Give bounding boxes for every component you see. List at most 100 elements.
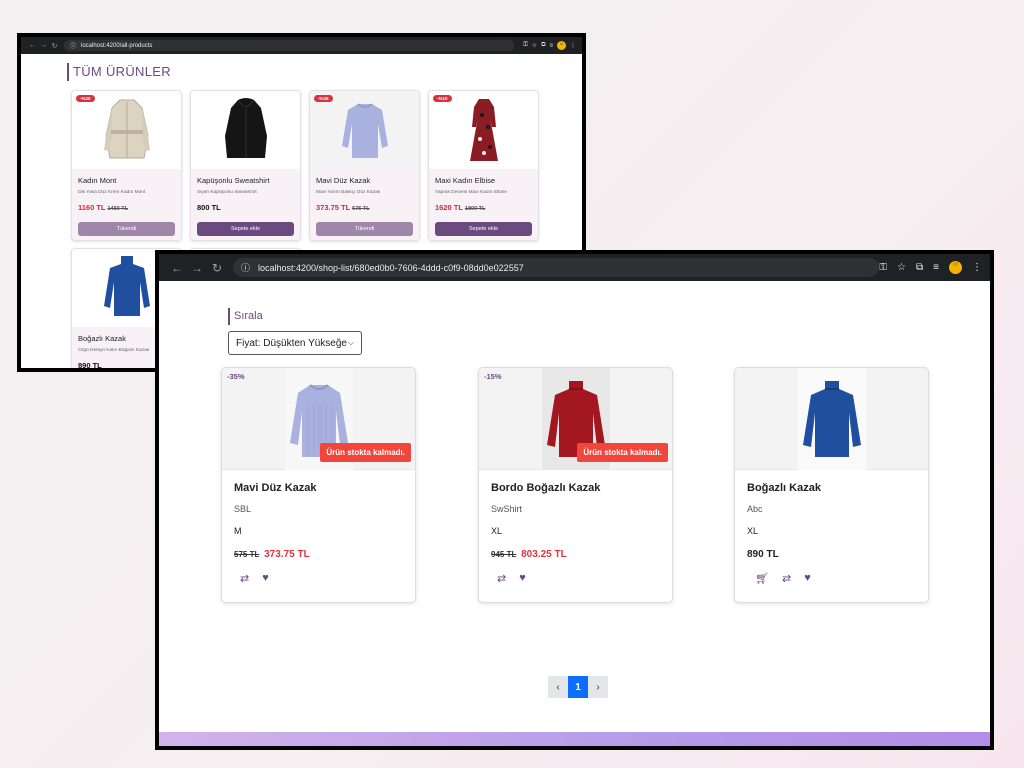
card-actions: ⇄ ♥ <box>234 572 403 585</box>
product-price: 945 TL 803.25 TL <box>491 549 660 560</box>
product-size: M <box>234 526 242 536</box>
back-arrow-icon[interactable]: ← <box>167 261 187 275</box>
card-actions: ⇄ ♥ <box>491 572 660 585</box>
page-title: TÜM ÜRÜNLER <box>67 63 171 81</box>
product-name: Boğazlı Kazak <box>747 482 821 494</box>
menu-dots-icon[interactable]: ⋮ <box>570 42 576 49</box>
extensions-icon[interactable]: ⧉ <box>541 42 545 49</box>
sale-price: 1160 TL <box>78 203 106 212</box>
menu-dots-icon[interactable]: ⋮ <box>972 262 982 273</box>
profile-avatar-icon[interactable]: ☺ <box>557 41 566 50</box>
product-description: Yaprak Desenli Maxi Kadın Elbise <box>435 190 507 195</box>
compare-icon[interactable]: ⇄ <box>782 572 791 585</box>
discount-label: -15% <box>484 372 502 381</box>
media-icon[interactable]: ≡ <box>549 43 553 49</box>
product-card[interactable]: -15% Ürün stokta kalmadı. Bordo Boğazlı … <box>478 367 673 603</box>
sold-out-button[interactable]: Tükendi <box>78 222 175 236</box>
product-body: Boğazlı Kazak Abc XL 890 TL 🛒︎ ⇄ ♥ <box>735 470 928 595</box>
browser-toolbar: ← → ↻ ⓘ localhost:4200/shop-list/680ed0b… <box>159 254 990 281</box>
extensions-icon[interactable]: ⧉ <box>916 262 923 273</box>
heart-icon[interactable]: ♥ <box>262 572 269 585</box>
product-name: Mavi Düz Kazak <box>234 482 317 494</box>
sale-price: 803.25 TL <box>521 549 567 560</box>
pagination-prev-button[interactable]: ‹ <box>548 676 568 698</box>
forward-arrow-icon[interactable]: → <box>187 261 207 275</box>
add-to-cart-button[interactable]: Sepete ekle <box>197 222 294 236</box>
chevron-down-icon: ⌵ <box>347 338 354 347</box>
product-price: 575 TL 373.75 TL <box>234 549 403 560</box>
product-description: Dik Yaka Düz Krem Kadın Mont <box>78 190 146 195</box>
product-image[interactable]: -%35 <box>310 91 419 169</box>
turtleneck-image-icon <box>103 256 150 316</box>
heart-icon[interactable]: ♥ <box>804 572 811 585</box>
old-price: 1800 TL <box>464 206 486 212</box>
product-price: 1620 TL 1800 TL <box>435 203 532 212</box>
product-card[interactable]: Kapüşonlu Sweatshirt Siyah Kapüşonlu Swe… <box>190 90 301 241</box>
forward-arrow-icon[interactable]: → <box>38 42 49 49</box>
nav-buttons: ← → ↻ <box>27 42 60 50</box>
reload-icon[interactable]: ↻ <box>49 42 60 50</box>
star-icon[interactable]: ☆ <box>897 262 906 273</box>
product-size: XL <box>491 526 503 536</box>
cart-icon[interactable]: 🛒︎ <box>755 572 769 585</box>
browser-tools: ⚿ ☆ ⧉ ≡ ☺ ⋮ <box>879 261 982 274</box>
product-image[interactable]: -%20 <box>72 91 181 169</box>
footer-bar <box>159 732 990 746</box>
heart-icon[interactable]: ♥ <box>519 572 526 585</box>
shop-list-page: Sırala Fiyat: Düşükten Yükseğe ⌵ -35% Ür… <box>159 281 990 746</box>
compare-icon[interactable]: ⇄ <box>497 572 506 585</box>
profile-avatar-icon[interactable]: ☺ <box>949 261 962 274</box>
product-name: Maxi Kadın Elbise <box>435 176 496 185</box>
product-card[interactable]: -%35 Mavi Düz Kazak Mavi Yarım Balıkçı D… <box>309 90 420 241</box>
product-image[interactable]: -35% Ürün stokta kalmadı. <box>222 368 415 470</box>
coat-image-icon <box>103 99 150 159</box>
product-description: Siyah Kapüşonlu Sweatshirt <box>197 190 257 195</box>
back-arrow-icon[interactable]: ← <box>27 42 38 49</box>
address-url: localhost:4200/all-products <box>81 42 153 49</box>
sort-dropdown[interactable]: Fiyat: Düşükten Yükseğe ⌵ <box>228 331 362 355</box>
nav-buttons: ← → ↻ <box>167 261 227 275</box>
product-image[interactable] <box>191 91 300 169</box>
old-price: 575 TL <box>234 550 260 559</box>
product-image[interactable]: -%10 <box>429 91 538 169</box>
pagination-page-button[interactable]: 1 <box>568 676 588 698</box>
product-brand: SwShirt <box>491 504 523 514</box>
product-card[interactable]: -%20 Kadın Mont Dik Yaka Düz Krem Kadın … <box>71 90 182 241</box>
dress-image-icon <box>469 99 498 161</box>
out-of-stock-badge: Ürün stokta kalmadı. <box>577 443 668 462</box>
media-icon[interactable]: ≡ <box>933 262 939 273</box>
address-bar[interactable]: ⓘ localhost:4200/shop-list/680ed0b0-7606… <box>233 258 880 277</box>
star-icon[interactable]: ☆ <box>532 42 537 49</box>
key-icon[interactable]: ⚿ <box>879 262 887 273</box>
product-image[interactable] <box>735 368 928 470</box>
sale-price: 373.75 TL <box>316 203 351 212</box>
product-body: Bordo Boğazlı Kazak SwShirt XL 945 TL 80… <box>479 470 672 595</box>
product-image[interactable]: -15% Ürün stokta kalmadı. <box>479 368 672 470</box>
product-photo <box>797 368 866 470</box>
product-card[interactable]: -%10 Maxi Kadın Elbise Yaprak Desenli Ma… <box>428 90 539 241</box>
sale-price: 373.75 TL <box>264 549 310 560</box>
product-info: Maxi Kadın Elbise Yaprak Desenli Maxi Ka… <box>429 169 538 240</box>
hoodie-image-icon <box>224 98 267 158</box>
product-card[interactable]: Boğazlı Kazak Abc XL 890 TL 🛒︎ ⇄ ♥ <box>734 367 929 603</box>
product-name: Kapüşonlu Sweatshirt <box>197 176 270 185</box>
price: 890 TL <box>78 361 102 370</box>
address-bar[interactable]: ⓘ localhost:4200/all-products <box>64 40 514 51</box>
site-info-icon[interactable]: ⓘ <box>241 261 253 274</box>
product-name: Bordo Boğazlı Kazak <box>491 482 601 494</box>
key-icon[interactable]: ⚿ <box>523 42 528 49</box>
product-price: 1160 TL 1450 TL <box>78 203 175 212</box>
pagination-next-button[interactable]: › <box>588 676 608 698</box>
add-to-cart-button[interactable]: Sepete ekle <box>435 222 532 236</box>
compare-icon[interactable]: ⇄ <box>240 572 249 585</box>
site-info-icon[interactable]: ⓘ <box>70 41 78 50</box>
product-brand: SBL <box>234 504 252 514</box>
card-actions: 🛒︎ ⇄ ♥ <box>747 572 916 585</box>
product-card[interactable]: -35% Ürün stokta kalmadı. Mavi Düz Kazak… <box>221 367 416 603</box>
out-of-stock-badge: Ürün stokta kalmadı. <box>320 443 411 462</box>
sold-out-button[interactable]: Tükendi <box>316 222 413 236</box>
reload-icon[interactable]: ↻ <box>207 261 227 275</box>
product-size: XL <box>747 526 759 536</box>
address-url: localhost:4200/shop-list/680ed0b0-7606-4… <box>258 262 524 273</box>
browser-tools: ⚿ ☆ ⧉ ≡ ☺ ⋮ <box>523 41 576 50</box>
